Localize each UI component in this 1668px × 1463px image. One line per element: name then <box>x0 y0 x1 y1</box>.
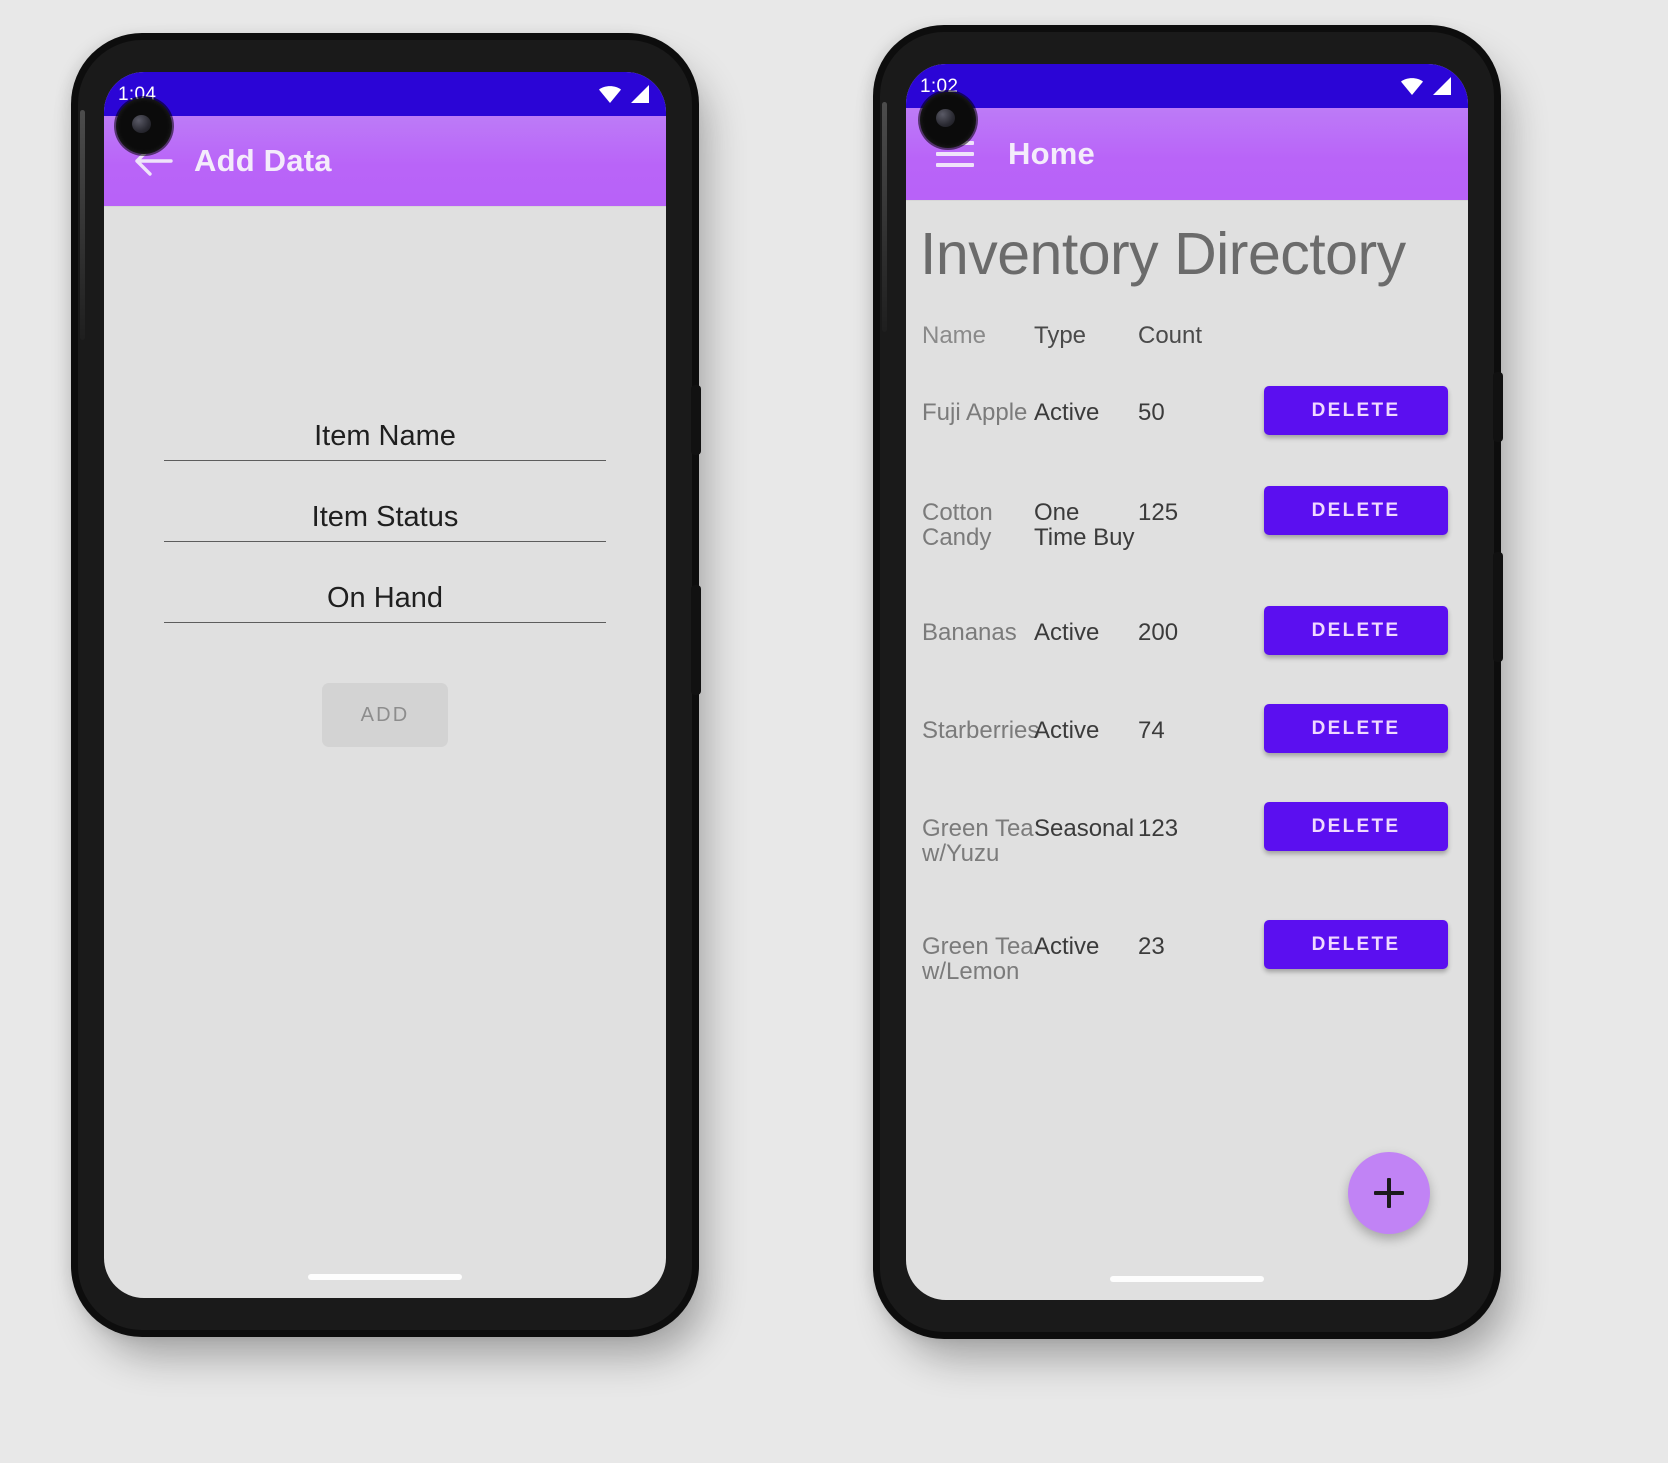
right-app-bar: Home <box>906 108 1468 200</box>
volume-button <box>691 585 701 695</box>
right-app-bar-title: Home <box>1008 136 1095 171</box>
front-camera <box>920 92 976 148</box>
table-row[interactable]: Green Tea w/Yuzu Seasonal 123 DELETE <box>906 802 1468 912</box>
plus-icon <box>1374 1178 1404 1208</box>
signal-icon <box>1433 76 1451 95</box>
delete-button[interactable]: DELETE <box>1264 704 1448 753</box>
front-camera <box>116 98 172 154</box>
signal-icon <box>631 84 649 103</box>
left-app-bar: Add Data <box>104 116 666 206</box>
volume-button-right <box>1493 552 1503 662</box>
delete-button[interactable]: DELETE <box>1264 920 1448 969</box>
table-row[interactable]: Fuji Apple Active 50 DELETE <box>906 386 1468 476</box>
item-name-input[interactable]: Item Name <box>164 422 606 460</box>
left-app-bar-title: Add Data <box>194 143 332 178</box>
cell-count: 50 <box>1138 399 1165 426</box>
cell-name: Fuji Apple <box>922 399 1028 426</box>
cell-name: Cotton Candy <box>922 499 993 552</box>
left-phone-screen: 1:04 Add Data Item Name Item Status On H… <box>104 72 666 1298</box>
delete-button[interactable]: DELETE <box>1264 486 1448 535</box>
power-button <box>691 385 701 455</box>
table-header-row: Name Type Count <box>906 322 1468 350</box>
camera-lens <box>131 114 151 133</box>
cell-count: 125 <box>1138 499 1179 526</box>
add-button[interactable]: ADD <box>322 683 448 747</box>
cell-count: 123 <box>1138 815 1179 842</box>
cell-type: Active <box>1034 933 1100 960</box>
left-phone-device: 1:04 Add Data Item Name Item Status On H… <box>78 40 701 1330</box>
field-on-hand[interactable]: On Hand <box>164 584 606 623</box>
delete-button[interactable]: DELETE <box>1264 606 1448 655</box>
item-status-input[interactable]: Item Status <box>164 503 606 541</box>
gesture-nav-bar[interactable] <box>1110 1276 1264 1282</box>
column-header-count: Count <box>1138 322 1203 349</box>
on-hand-input[interactable]: On Hand <box>164 584 606 622</box>
page-title: Inventory Directory <box>920 221 1406 287</box>
screenshot-canvas: 1:04 Add Data Item Name Item Status On H… <box>0 0 1668 1463</box>
delete-button[interactable]: DELETE <box>1264 802 1448 851</box>
gesture-nav-bar[interactable] <box>308 1274 462 1280</box>
wifi-icon <box>1401 77 1423 95</box>
right-phone-screen: 1:02 Home Inventory Directory Name Type … <box>906 64 1468 1300</box>
table-row[interactable]: Green Tea w/Lemon Active 23 DELETE <box>906 920 1468 1030</box>
table-row[interactable]: Cotton Candy One Time Buy 125 DELETE <box>906 486 1468 596</box>
column-header-type: Type <box>1034 322 1087 349</box>
cell-name: Green Tea w/Yuzu <box>922 815 1034 868</box>
add-item-fab[interactable] <box>1348 1152 1430 1234</box>
field-item-status[interactable]: Item Status <box>164 503 606 542</box>
wifi-icon <box>599 85 621 103</box>
cell-name: Starberries <box>922 717 1040 744</box>
cell-type: One Time Buy <box>1034 499 1135 552</box>
cell-type: Seasonal <box>1034 815 1135 842</box>
cell-type: Active <box>1034 717 1100 744</box>
status-bar-icons <box>598 84 666 104</box>
delete-button[interactable]: DELETE <box>1264 386 1448 435</box>
add-data-form: Item Name Item Status On Hand ADD <box>104 422 666 747</box>
cell-type: Active <box>1034 619 1100 646</box>
power-button-right <box>1493 372 1503 442</box>
field-item-name[interactable]: Item Name <box>164 422 606 461</box>
camera-lens <box>935 108 955 127</box>
cell-count: 23 <box>1138 933 1165 960</box>
cell-name: Green Tea w/Lemon <box>922 933 1034 986</box>
table-row[interactable]: Bananas Active 200 DELETE <box>906 606 1468 696</box>
right-status-bar: 1:02 <box>906 64 1468 108</box>
cell-name: Bananas <box>922 619 1017 646</box>
status-bar-icons <box>1400 76 1468 96</box>
table-row[interactable]: Starberries Active 74 DELETE <box>906 704 1468 794</box>
column-header-name: Name <box>922 322 987 349</box>
right-phone-device: 1:02 Home Inventory Directory Name Type … <box>880 32 1503 1332</box>
cell-count: 200 <box>1138 619 1179 646</box>
cell-count: 74 <box>1138 717 1165 744</box>
left-status-bar: 1:04 <box>104 72 666 116</box>
inventory-table: Name Type Count Fuji Apple Active 50 DEL… <box>906 322 1468 1030</box>
cell-type: Active <box>1034 399 1100 426</box>
